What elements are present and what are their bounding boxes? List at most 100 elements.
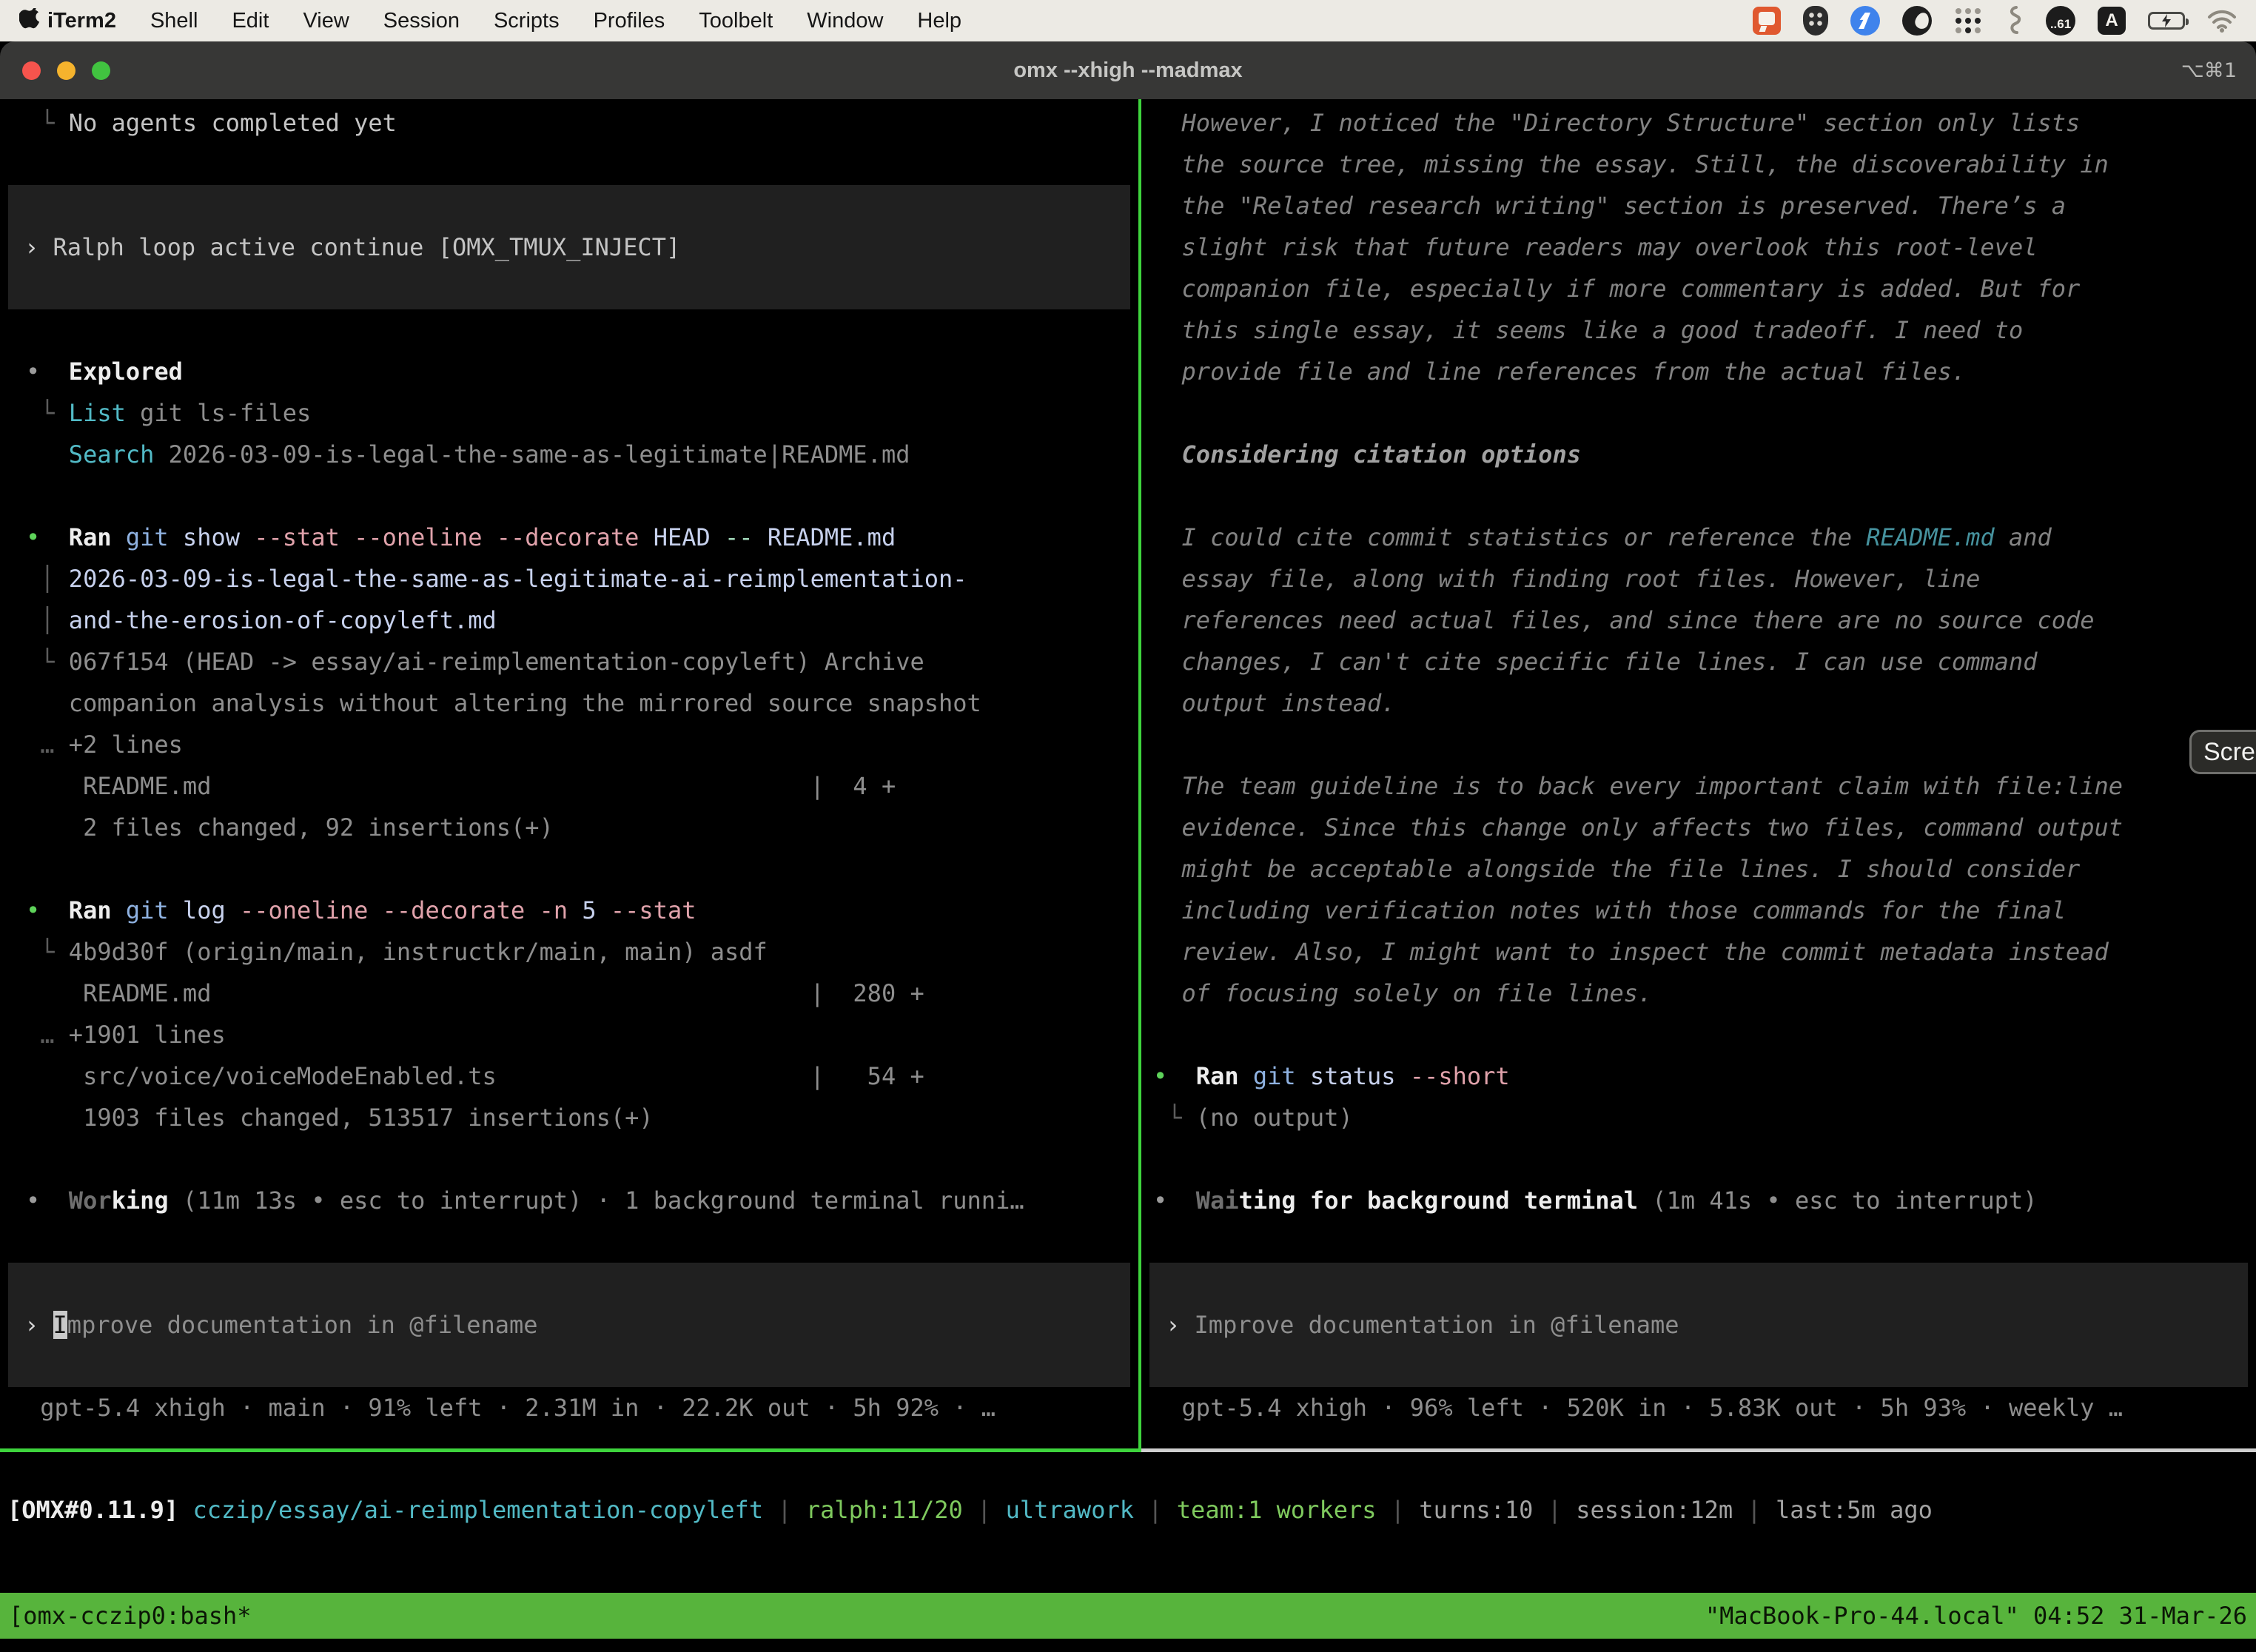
dark-pie-icon[interactable] <box>1902 6 1932 36</box>
window-shortcut-badge: ⌥⌘1 <box>2181 59 2237 82</box>
terminal-line: the "Related research writing" section i… <box>1141 185 2256 226</box>
terminal-line: 1903 files changed, 513517 insertions(+) <box>0 1097 1138 1138</box>
terminal-line: └ 067f154 (HEAD -> essay/ai-reimplementa… <box>0 641 1138 682</box>
terminal-line: 2 files changed, 92 insertions(+) <box>0 807 1138 848</box>
terminal-line: • Explored <box>0 351 1138 392</box>
terminal-blank-line <box>1141 724 2256 765</box>
terminal-line: I could cite commit statistics or refere… <box>1141 517 2256 558</box>
terminal-line: However, I noticed the "Directory Struct… <box>1141 102 2256 144</box>
pane-bottom-separator <box>0 1448 2256 1452</box>
tmux-session-label: [omx-cczip0:bash* <box>9 1602 252 1630</box>
menu-item-shell[interactable]: Shell <box>150 9 198 33</box>
macos-menu-bar: iTerm2 Shell Edit View Session Scripts Profile… <box>0 0 2256 41</box>
menu-item-toolbelt[interactable]: Toolbelt <box>699 9 773 33</box>
menu-item-window[interactable]: Window <box>807 9 883 33</box>
terminal-panes: └ No agents completed yet › Ralph loop ac… <box>0 99 2256 1448</box>
terminal-blank-line <box>1141 1138 2256 1180</box>
terminal-line: essay file, along with finding root file… <box>1141 558 2256 600</box>
terminal-line: └ (no output) <box>1141 1097 2256 1138</box>
terminal-line: might be acceptable alongside the file l… <box>1141 848 2256 890</box>
terminal-blank-line <box>1141 475 2256 517</box>
terminal-line: the source tree, missing the essay. Stil… <box>1141 144 2256 185</box>
prompt-input-box[interactable]: › Improve documentation in @filename <box>8 1263 1130 1387</box>
terminal-line: src/voice/voiceModeEnabled.ts | 54 + <box>0 1055 1138 1097</box>
terminal-blank-line <box>0 309 1138 351</box>
apple-menu-icon[interactable] <box>19 8 41 33</box>
terminal-line: review. Also, I might want to inspect th… <box>1141 931 2256 973</box>
terminal-line: Search 2026-03-09-is-legal-the-same-as-l… <box>0 434 1138 475</box>
terminal-blank-line <box>1141 1221 2256 1263</box>
omx-status-bar: [OMX#0.11.9] cczip/essay/ai-reimplementa… <box>0 1452 2256 1593</box>
menu-item-edit[interactable]: Edit <box>232 9 269 33</box>
terminal-line: gpt-5.4 xhigh · main · 91% left · 2.31M … <box>0 1387 1138 1428</box>
terminal-blank-line <box>0 1138 1138 1180</box>
menu-items: iTerm2 Shell Edit View Session Scripts Profile… <box>47 9 961 33</box>
omx-status-line: [OMX#0.11.9] cczip/essay/ai-reimplementa… <box>7 1489 2256 1531</box>
menu-item-help[interactable]: Help <box>917 9 961 33</box>
menu-item-scripts[interactable]: Scripts <box>494 9 560 33</box>
terminal-line: │ and-the-erosion-of-copyleft.md <box>0 600 1138 641</box>
terminal-line: • Waiting for background terminal (1m 41… <box>1141 1180 2256 1221</box>
menu-item-session[interactable]: Session <box>383 9 460 33</box>
terminal-line: … +2 lines <box>0 724 1138 765</box>
shield-grid-icon[interactable] <box>1803 6 1828 36</box>
window-bottom-strip <box>0 1639 2256 1651</box>
inject-message-box[interactable]: › Ralph loop active continue [OMX_TMUX_I… <box>8 185 1130 309</box>
terminal-blank-line <box>0 144 1138 185</box>
badge-61-icon[interactable]: ..61 <box>2046 6 2075 36</box>
dots-grid-icon[interactable] <box>1954 7 1982 35</box>
terminal-blank-line <box>1141 1014 2256 1055</box>
terminal-line: The team guideline is to back every impo… <box>1141 765 2256 807</box>
terminal-line: • Working (11m 13s • esc to interrupt) ·… <box>0 1180 1138 1221</box>
terminal-line: of focusing solely on file lines. <box>1141 973 2256 1014</box>
terminal-line: └ 4b9d30f (origin/main, instructkr/main,… <box>0 931 1138 973</box>
iterm2-window: omx --xhigh --madmax ⌥⌘1 └ No agents com… <box>0 41 2256 1652</box>
prompt-input-text: › Improve documentation in @filename <box>8 1304 1130 1346</box>
screen-overlay-label: Scre <box>2203 738 2255 767</box>
battery-icon[interactable] <box>2148 12 2185 30</box>
terminal-blank-line <box>0 1221 1138 1263</box>
terminal-line: evidence. Since this change only affects… <box>1141 807 2256 848</box>
a-square-icon[interactable]: A <box>2098 7 2126 35</box>
prompt-input-text: › Improve documentation in @filename <box>1149 1304 2248 1346</box>
tmux-status-bar: [omx-cczip0:bash* "MacBook-Pro-44.local"… <box>0 1593 2256 1639</box>
terminal-blank-line <box>0 848 1138 890</box>
terminal-blank-line <box>1141 392 2256 434</box>
terminal-line: Considering citation options <box>1141 434 2256 475</box>
menu-status-icons: ..61 A <box>1753 5 2237 36</box>
terminal-line: README.md | 4 + <box>0 765 1138 807</box>
window-title: omx --xhigh --madmax <box>0 58 2256 83</box>
terminal-line: └ No agents completed yet <box>0 102 1138 144</box>
terminal-line: └ List git ls-files <box>0 392 1138 434</box>
terminal-line: companion analysis without altering the … <box>0 682 1138 724</box>
terminal-line: gpt-5.4 xhigh · 96% left · 520K in · 5.8… <box>1141 1387 2256 1428</box>
terminal-line: … +1901 lines <box>0 1014 1138 1055</box>
terminal-line: • Ran git log --oneline --decorate -n 5 … <box>0 890 1138 931</box>
wifi-icon[interactable] <box>2207 9 2237 33</box>
terminal-line: • Ran git show --stat --oneline --decora… <box>0 517 1138 558</box>
tmux-host-clock: "MacBook-Pro-44.local" 04:52 31-Mar-26 <box>1705 1602 2247 1630</box>
left-agent-pane[interactable]: └ No agents completed yet › Ralph loop ac… <box>0 99 1138 1448</box>
terminal-line: README.md | 280 + <box>0 973 1138 1014</box>
terminal-blank-line <box>0 475 1138 517</box>
terminal-line: including verification notes with those … <box>1141 890 2256 931</box>
terminal-line: this single essay, it seems like a good … <box>1141 309 2256 351</box>
inject-message-text: › Ralph loop active continue [OMX_TMUX_I… <box>8 226 1130 268</box>
screen-overlay-button: Scre <box>2189 730 2256 774</box>
blue-badge-icon[interactable] <box>1850 6 1880 36</box>
prompt-input-box[interactable]: › Improve documentation in @filename <box>1149 1263 2248 1387</box>
terminal-line: │ 2026-03-09-is-legal-the-same-as-legiti… <box>0 558 1138 600</box>
terminal-line: output instead. <box>1141 682 2256 724</box>
menu-item-iterm2[interactable]: iTerm2 <box>47 9 116 33</box>
chat-app-icon[interactable] <box>1753 7 1781 35</box>
window-titlebar[interactable]: omx --xhigh --madmax ⌥⌘1 <box>0 41 2256 99</box>
terminal-line: • Ran git status --short <box>1141 1055 2256 1097</box>
terminal-line: provide file and line references from th… <box>1141 351 2256 392</box>
menu-item-view[interactable]: View <box>303 9 349 33</box>
right-agent-pane[interactable]: However, I noticed the "Directory Struct… <box>1141 99 2256 1448</box>
terminal-line: changes, I can't cite specific file line… <box>1141 641 2256 682</box>
squiggle-icon[interactable] <box>2004 5 2024 36</box>
terminal-line: companion file, especially if more comme… <box>1141 268 2256 309</box>
terminal-line: slight risk that future readers may over… <box>1141 226 2256 268</box>
menu-item-profiles[interactable]: Profiles <box>594 9 665 33</box>
